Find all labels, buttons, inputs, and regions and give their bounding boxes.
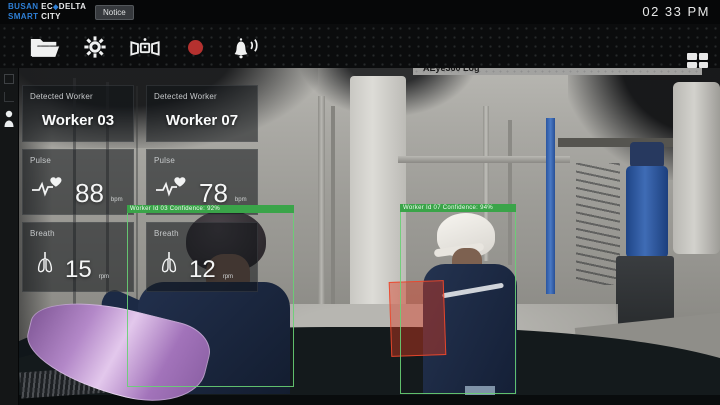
worker03-detection-label: Worker Id 03 Confidence: 92% (127, 205, 294, 213)
settings-gear-icon[interactable] (78, 33, 112, 61)
aeye360-monitoring-app: Worker Id 03 Confidence: 92% Worker Id 0… (0, 0, 720, 405)
brand-busan: BUSAN (8, 2, 38, 11)
scene-pump-motor (630, 142, 664, 168)
alarm-bell-icon[interactable] (228, 33, 262, 61)
left-rail (0, 68, 19, 405)
worker03-name: Worker 03 (23, 112, 133, 129)
open-folder-icon[interactable] (28, 33, 62, 61)
breath-label: Breath (30, 229, 55, 238)
pulse-label: Pulse (154, 156, 175, 165)
scene-cables (576, 163, 620, 285)
scene-tank (673, 82, 720, 254)
worker03-panel-column: Detected Worker Worker 03 Pulse 88 bpm B… (22, 85, 134, 292)
scene-pipe (398, 156, 570, 163)
scene-pump-body (626, 166, 668, 258)
worker03-breath-unit: rpm (99, 274, 109, 282)
worker07-name: Worker 07 (147, 112, 257, 129)
rail-pulse-icon[interactable] (4, 92, 14, 102)
worker03-id-card: Detected Worker Worker 03 (22, 85, 134, 142)
worker07-detection-label: Worker Id 07 Confidence: 94% (400, 204, 516, 212)
brand-city: CITY (41, 12, 61, 21)
top-bar: BUSAN EC◆DELTA SMART CITY Notice 02 33 P… (0, 0, 720, 24)
record-dot (188, 40, 203, 55)
worker07-detection-box: Worker Id 07 Confidence: 94% (400, 204, 516, 394)
brand-smart: SMART (8, 12, 38, 21)
worker03-breath-value: 15 (65, 258, 92, 282)
worker03-pulse-value: 88 (75, 181, 104, 205)
worker03-pulse-unit: bpm (111, 197, 123, 205)
worker07-id-card: Detected Worker Worker 07 (146, 85, 258, 142)
person-icon[interactable] (3, 110, 15, 133)
notice-button[interactable]: Notice (95, 5, 134, 20)
detected-worker-label: Detected Worker (30, 92, 93, 101)
detected-worker-label: Detected Worker (154, 92, 217, 101)
clock: 02 33 PM (642, 4, 710, 19)
brand-eco: EC (41, 2, 53, 11)
worker03-pulse-card: Pulse 88 bpm (22, 149, 134, 215)
lungs-icon (32, 251, 58, 282)
toolbar-icon-row (28, 33, 262, 61)
worker07-pulse-unit: bpm (235, 197, 247, 205)
rail-panel-icon[interactable] (4, 74, 14, 84)
layout-grid-icon[interactable] (687, 53, 708, 68)
worker03-breath-card: Breath 15 rpm (22, 222, 134, 292)
brand-delta: DELTA (59, 2, 86, 11)
worker03-detection-box: Worker Id 03 Confidence: 92% (127, 205, 294, 387)
scene-blue-column (546, 118, 555, 294)
pulse-label: Pulse (30, 156, 51, 165)
camera-360-icon[interactable] (128, 33, 162, 61)
worker07-pulse-value: 78 (199, 181, 228, 205)
record-icon[interactable] (178, 33, 212, 61)
heart-pulse-icon (156, 175, 192, 205)
toolbar (0, 24, 720, 68)
brand-logo: BUSAN EC◆DELTA SMART CITY (8, 3, 86, 21)
heart-pulse-icon (32, 175, 68, 205)
